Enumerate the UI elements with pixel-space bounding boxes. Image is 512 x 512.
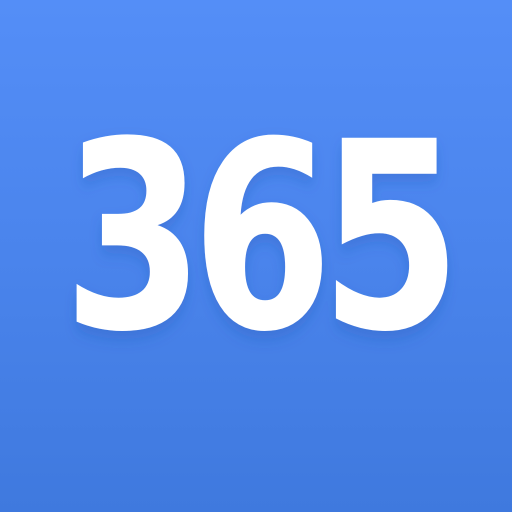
app-icon: 365 [0,0,512,512]
app-icon-label-svg: 365 [63,86,461,388]
app-icon-label: 365 [63,86,449,388]
